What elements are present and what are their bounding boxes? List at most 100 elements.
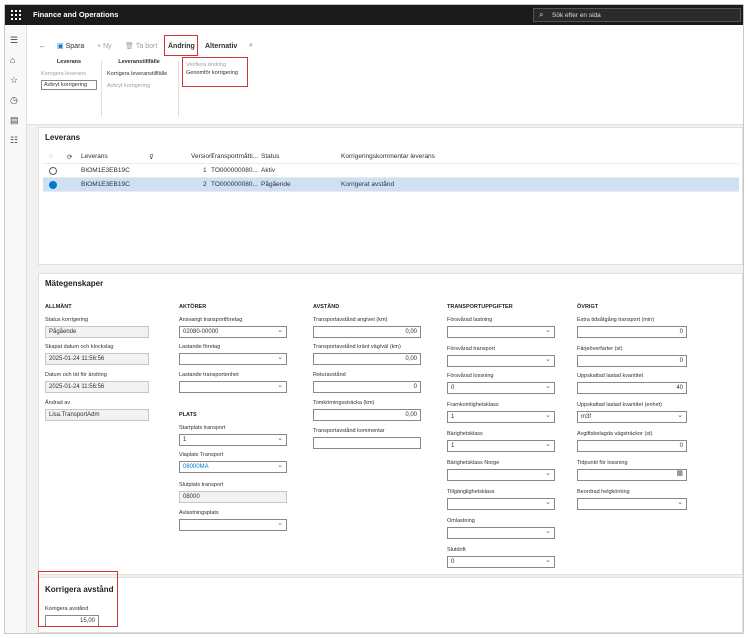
weekend-driving-select[interactable]: ⌄	[577, 498, 687, 510]
section-transport-info: TRANSPORTUPPGIFTER	[447, 304, 513, 310]
search-icon: ⌕	[539, 10, 544, 19]
extra-time-input[interactable]: 0	[577, 326, 687, 338]
chevron-down-icon: ⌄	[277, 462, 283, 469]
chevron-down-icon: ⌄	[545, 470, 551, 477]
return-distance-input[interactable]: 0	[313, 381, 421, 393]
calendar-icon[interactable]: ▦	[676, 470, 683, 477]
change-tab-highlight	[164, 35, 198, 56]
tab-options[interactable]: Alternativ	[205, 35, 237, 57]
chevron-down-icon: ⌄	[277, 520, 283, 527]
difficult-loading-select[interactable]: ⌄	[447, 326, 555, 338]
section-other: ÖVRIGT	[577, 304, 599, 310]
col-comment[interactable]: Korrigeringskommentar leverans	[341, 153, 435, 160]
plus-icon: +	[97, 42, 102, 50]
verify-change-button[interactable]: Verifiera ändring	[186, 61, 244, 69]
table-row[interactable]: BIOM1E3EB19C 1 TO000000080... Aktiv	[43, 164, 739, 178]
star-icon[interactable]: ☆	[10, 75, 18, 86]
section-distance: AVSTÅND	[313, 304, 340, 310]
loading-unit-select[interactable]: ⌄	[179, 381, 287, 393]
filter-icon[interactable]: ⊽	[149, 153, 154, 161]
clock-icon[interactable]: ◷	[10, 95, 18, 106]
via-place-select[interactable]: 08000MA ⌄	[179, 461, 287, 473]
save-icon: ▣	[57, 43, 64, 50]
correct-distance-highlight	[38, 571, 118, 627]
reloading-select[interactable]: ⌄	[447, 527, 555, 539]
col-leverans[interactable]: Leverans	[81, 153, 108, 160]
toll-roads-input[interactable]: 0	[577, 440, 687, 452]
unloading-time-input[interactable]: ▦	[577, 469, 687, 481]
commit-correction-button[interactable]: Genomför korrigering	[186, 69, 244, 77]
correct-occasion-button[interactable]: Korrigera leveranstillfälle	[107, 71, 171, 77]
road-distance-input[interactable]: 0,00	[313, 353, 421, 365]
app-launcher-icon[interactable]	[11, 10, 21, 20]
table-row[interactable]: BIOM1E3EB19C 2 TO000000080... Pågående K…	[43, 178, 739, 192]
hamburger-icon[interactable]: ☰	[10, 35, 18, 46]
section-actors: AKTÖRER	[179, 304, 207, 310]
left-nav: ☰ ⌂ ☆ ◷ ▤ ☷	[5, 25, 27, 633]
home-icon[interactable]: ⌂	[10, 55, 15, 65]
search-actions-icon[interactable]: ⌕	[249, 35, 253, 57]
grid-header: ◌ ⟳ Leverans ⊽ Version Transportmåtti...…	[43, 150, 739, 164]
properties-title: Mätegenskaper	[45, 279, 104, 288]
top-bar: Finance and Operations ⌕ Sök efter en si…	[5, 5, 743, 25]
new-button[interactable]: + Ny	[97, 35, 112, 57]
action-pane: ← ▣ Spara + Ny 🗑 Ta bort Ändring Alternativ…	[27, 25, 743, 125]
empty-distance-input[interactable]: 0,00	[313, 409, 421, 421]
list-icon[interactable]: ☷	[10, 135, 18, 146]
refresh-icon[interactable]: ⟳	[67, 153, 72, 161]
difficult-transport-select[interactable]: ⌄	[447, 355, 555, 367]
changed-field: 2025-01-24 11:56:56	[45, 381, 149, 393]
search-input[interactable]: ⌕ Sök efter en sida	[533, 8, 741, 22]
chevron-down-icon: ⌄	[545, 557, 551, 564]
correct-delivery-button[interactable]: Korrigera leverans	[41, 71, 97, 77]
save-button[interactable]: ▣ Spara	[57, 35, 84, 57]
end-operation-select[interactable]: 0 ⌄	[447, 556, 555, 568]
ribbon-separator	[101, 61, 102, 117]
availability-class-select[interactable]: ⌄	[447, 498, 555, 510]
row-checkbox[interactable]	[49, 181, 57, 189]
resp-company-select[interactable]: 02080-00000 ⌄	[179, 326, 287, 338]
correct-distance-card: Korrigera avstånd Korrigera avstånd 15,0…	[38, 577, 743, 633]
col-transport[interactable]: Transportmåtti...	[211, 153, 258, 160]
back-icon[interactable]: ←	[39, 35, 46, 57]
cancel-occasion-correction-button[interactable]: Avbryt korrigering	[107, 83, 171, 89]
app-title: Finance and Operations	[33, 10, 119, 19]
difficult-unloading-select[interactable]: 0 ⌄	[447, 382, 555, 394]
chevron-down-icon: ⌄	[545, 383, 551, 390]
delete-button[interactable]: 🗑 Ta bort	[125, 35, 157, 57]
trash-icon: 🗑	[125, 43, 134, 50]
select-all-icon[interactable]: ◌	[49, 153, 53, 160]
accessibility-class-select[interactable]: 1 ⌄	[447, 411, 555, 423]
chevron-down-icon: ⌄	[277, 382, 283, 389]
row-checkbox[interactable]	[49, 167, 57, 175]
chevron-down-icon: ⌄	[677, 412, 683, 419]
created-field: 2025-01-24 11:56:56	[45, 353, 149, 365]
quantity-unit-select[interactable]: m3f ⌄	[577, 411, 687, 423]
workspace-icon[interactable]: ▤	[10, 115, 19, 126]
col-status[interactable]: Status	[261, 153, 279, 160]
unload-place-select[interactable]: ⌄	[179, 519, 287, 531]
col-version[interactable]: Version	[191, 153, 213, 160]
ferry-crossings-input[interactable]: 0	[577, 355, 687, 367]
chevron-down-icon: ⌄	[545, 356, 551, 363]
start-place-select[interactable]: 1 ⌄	[179, 434, 287, 446]
bearing-class-norway-select[interactable]: ⌄	[447, 469, 555, 481]
leverans-card: Leverans ◌ ⟳ Leverans ⊽ Version Transpor…	[38, 127, 743, 265]
chevron-down-icon: ⌄	[545, 412, 551, 419]
chevron-down-icon: ⌄	[545, 441, 551, 448]
given-distance-input[interactable]: 0,00	[313, 326, 421, 338]
chevron-down-icon: ⌄	[277, 327, 283, 334]
end-place-field: 08000	[179, 491, 287, 503]
app-frame: Finance and Operations ⌕ Sök efter en si…	[4, 4, 744, 634]
change-flyout: Verifiera ändring Genomför korrigering	[182, 57, 248, 87]
leverans-title: Leverans	[45, 133, 81, 142]
status-field: Pågående	[45, 326, 149, 338]
ribbon-separator	[178, 61, 179, 117]
distance-comment-input[interactable]	[313, 437, 421, 449]
loading-company-select[interactable]: ⌄	[179, 353, 287, 365]
ribbon-group-occasion: Leveranstillfälle Korrigera leveranstill…	[107, 59, 171, 89]
chevron-down-icon: ⌄	[277, 435, 283, 442]
cancel-correction-button[interactable]: Avbryt korrigering	[41, 80, 97, 90]
estimated-quantity-input[interactable]: 40	[577, 382, 687, 394]
bearing-class-select[interactable]: 1 ⌄	[447, 440, 555, 452]
